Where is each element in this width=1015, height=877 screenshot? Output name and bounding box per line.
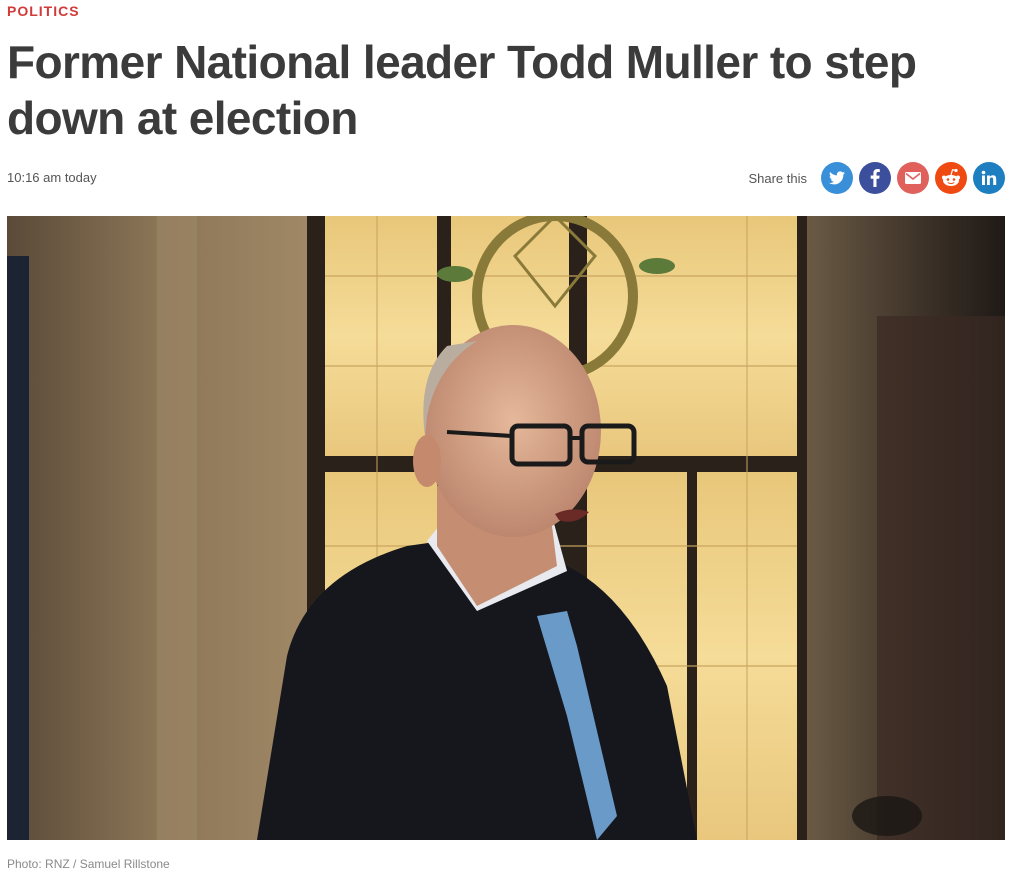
photo-caption: Photo: RNZ / Samuel Rillstone — [7, 857, 170, 871]
share-twitter-button[interactable] — [821, 162, 853, 194]
share-label: Share this — [748, 170, 807, 186]
email-icon — [905, 172, 921, 184]
share-linkedin-button[interactable] — [973, 162, 1005, 194]
linkedin-icon — [981, 170, 997, 185]
timestamp: 10:16 am today — [7, 170, 97, 185]
share-bar: Share this — [748, 162, 1005, 194]
article-page: POLITICS Former National leader Todd Mul… — [0, 0, 1015, 877]
share-reddit-button[interactable] — [935, 162, 967, 194]
article-photo — [7, 216, 1005, 840]
facebook-icon — [870, 169, 880, 187]
headline: Former National leader Todd Muller to st… — [7, 36, 917, 144]
twitter-icon — [829, 171, 845, 185]
reddit-icon — [942, 168, 960, 186]
category-link[interactable]: POLITICS — [7, 2, 80, 20]
share-facebook-button[interactable] — [859, 162, 891, 194]
photo-image — [7, 216, 1005, 840]
share-email-button[interactable] — [897, 162, 929, 194]
